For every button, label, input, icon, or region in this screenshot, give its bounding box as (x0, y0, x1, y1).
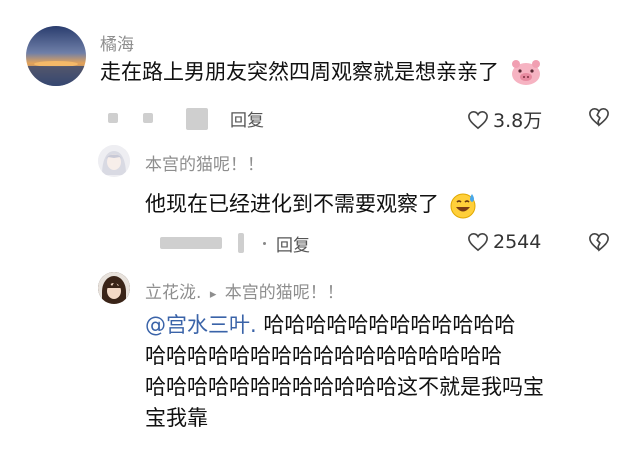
comment-2-like-button[interactable]: 2544 (467, 231, 541, 253)
anime-boy-avatar-image (98, 272, 130, 304)
reply-arrow-icon: ▸ (209, 287, 217, 302)
comment-3-username-line: 立花泷. ▸ 本宫的猫呢！！ (145, 278, 344, 303)
comment-1-username[interactable]: 橘海 (100, 30, 134, 55)
comment-2-reply-button[interactable]: 回复 (276, 231, 310, 256)
comment-2-text: 他现在已经进化到不需要观察了 (145, 188, 478, 220)
comment-1-like-button[interactable]: 3.8万 (467, 106, 542, 133)
mention-link[interactable]: @宫水三叶. (145, 313, 257, 337)
comment-1-blurred-meta-b (143, 113, 153, 123)
heart-outline-icon (467, 110, 489, 130)
comment-1-like-count: 3.8万 (493, 110, 543, 132)
pig-face-emoji-icon (510, 60, 542, 86)
sunset-avatar-image (26, 26, 86, 86)
comment-3-text: @宫水三叶. 哈哈哈哈哈哈哈哈哈哈哈哈 哈哈哈哈哈哈哈哈哈哈哈哈哈哈哈哈哈 哈哈… (145, 310, 544, 434)
broken-heart-icon[interactable] (588, 232, 610, 252)
avatar-user-3[interactable] (98, 272, 130, 304)
comment-3-line-4: 宝我靠 (145, 406, 208, 430)
comment-2-blurred-meta-a (160, 237, 222, 249)
comment-2-like-count: 2544 (493, 231, 542, 253)
comment-3-reply-target[interactable]: 本宫的猫呢！！ (225, 283, 344, 303)
comment-1-body: 走在路上男朋友突然四周观察就是想亲亲了 (100, 60, 499, 84)
avatar-user-2[interactable] (98, 145, 130, 177)
comment-3-line-3: 哈哈哈哈哈哈哈哈哈哈哈哈这不就是我吗宝 (145, 375, 544, 399)
comment-1-reply-button[interactable]: 回复 (230, 106, 264, 131)
comment-2-blurred-meta-b (238, 233, 244, 253)
comment-2-body: 他现在已经进化到不需要观察了 (145, 192, 439, 216)
comment-1-blurred-meta-a (108, 113, 118, 123)
comment-2-dot (263, 242, 266, 245)
avatar-user-1[interactable] (26, 26, 86, 86)
comment-3-line-1: @宫水三叶. 哈哈哈哈哈哈哈哈哈哈哈哈 (145, 310, 544, 341)
comment-2-username[interactable]: 本宫的猫呢！！ (145, 150, 264, 175)
anime-girl-avatar-image (98, 145, 130, 177)
comment-3-line-2: 哈哈哈哈哈哈哈哈哈哈哈哈哈哈哈哈哈 (145, 344, 502, 368)
heart-outline-icon (467, 232, 489, 252)
sweat-smile-emoji-icon (448, 191, 478, 219)
comment-1-blurred-meta-c (186, 108, 208, 130)
comment-3-line-1-rest: 哈哈哈哈哈哈哈哈哈哈哈哈 (256, 313, 516, 337)
broken-heart-icon[interactable] (588, 107, 610, 127)
comment-3-username[interactable]: 立花泷. (145, 283, 201, 303)
comment-1-text: 走在路上男朋友突然四周观察就是想亲亲了 (100, 56, 542, 88)
